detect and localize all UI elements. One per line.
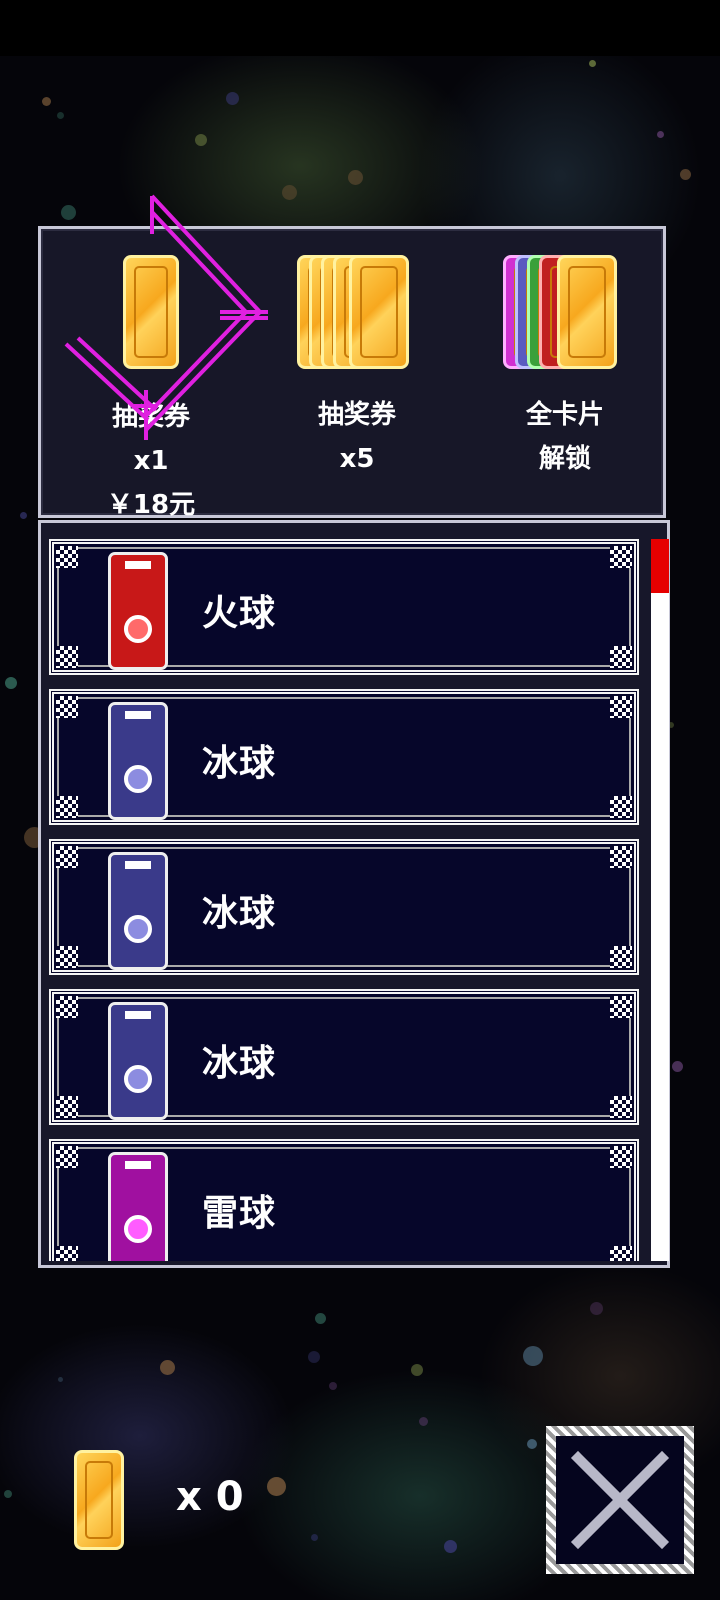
card-row[interactable]: 火球	[49, 539, 639, 675]
star-particle	[680, 169, 691, 180]
spell-card-icon	[108, 552, 168, 670]
card-orb-icon	[124, 915, 152, 943]
status-bar	[0, 0, 720, 56]
star-particle	[590, 1302, 603, 1315]
star-particle	[672, 1061, 683, 1072]
star-particle	[523, 1346, 543, 1366]
star-particle	[411, 1364, 423, 1376]
frame-corner	[610, 1246, 632, 1261]
frame-corner	[56, 796, 78, 818]
frame-corner	[56, 1246, 78, 1261]
frame-corner	[56, 1146, 78, 1168]
star-particle	[195, 134, 207, 146]
card-list[interactable]: 火球 冰球 冰球 冰球 雷球	[49, 539, 639, 1261]
card-row[interactable]: 冰球	[49, 689, 639, 825]
card-name: 雷球	[202, 1193, 277, 1234]
card-top-emblem	[125, 1161, 151, 1169]
star-particle	[61, 205, 76, 220]
spell-card-icon	[108, 702, 168, 820]
ticket-icon	[74, 1450, 124, 1550]
scrollbar-thumb[interactable]	[651, 539, 669, 593]
card-top-emblem	[125, 861, 151, 869]
package-all-label-2: 解锁	[538, 444, 591, 474]
star-particle	[311, 1534, 318, 1541]
package-five-tickets[interactable]: 抽奖券 x5	[287, 249, 427, 489]
close-button[interactable]	[546, 1426, 694, 1574]
frame-corner	[56, 546, 78, 568]
frame-corner	[56, 646, 78, 668]
frame-corner	[56, 696, 78, 718]
star-particle	[329, 1382, 337, 1390]
frame-corner	[610, 846, 632, 868]
card-top-emblem	[125, 711, 151, 719]
card-name: 冰球	[202, 743, 277, 784]
star-particle	[589, 60, 596, 67]
close-icon	[570, 1450, 670, 1550]
ticket-count: x 0	[176, 1474, 244, 1520]
package-unlock-all[interactable]: 全卡片 解锁	[495, 249, 635, 489]
frame-corner	[610, 796, 632, 818]
card-orb-icon	[124, 615, 152, 643]
card-name: 冰球	[202, 893, 277, 934]
frame-corner	[610, 1146, 632, 1168]
frame-corner	[56, 846, 78, 868]
star-particle	[57, 112, 64, 119]
card-top-emblem	[125, 561, 151, 569]
star-particle	[527, 1439, 537, 1449]
card-row[interactable]: 冰球	[49, 989, 639, 1125]
card-orb-icon	[124, 1065, 152, 1093]
card-name: 火球	[202, 593, 277, 634]
package-five-label: 抽奖券	[317, 400, 396, 430]
frame-corner	[56, 1096, 78, 1118]
frame-corner	[610, 646, 632, 668]
star-particle	[657, 131, 664, 138]
spell-card-icon	[108, 1152, 168, 1261]
star-particle	[42, 97, 51, 106]
star-particle	[282, 185, 297, 200]
frame-corner	[610, 996, 632, 1018]
frame-corner	[610, 696, 632, 718]
card-top-emblem	[125, 1011, 151, 1019]
card-orb-icon	[124, 1215, 152, 1243]
ticket-icon	[349, 255, 409, 369]
shop-panel: 抽奖券 x1 ￥18元 抽奖券 x5 全卡片 解锁	[38, 226, 666, 520]
star-particle	[20, 512, 27, 519]
card-row[interactable]: 雷球	[49, 1139, 639, 1261]
star-particle	[4, 1490, 12, 1498]
star-particle	[160, 1360, 175, 1375]
star-particle	[348, 170, 363, 185]
spell-card-icon	[108, 1002, 168, 1120]
ticket-icon	[557, 255, 617, 369]
star-particle	[444, 1540, 457, 1553]
star-particle	[226, 92, 239, 105]
card-orb-icon	[124, 765, 152, 793]
star-particle	[5, 677, 17, 689]
star-particle	[315, 1313, 326, 1324]
package-single-qty: x1	[133, 446, 169, 476]
package-single-ticket[interactable]: 抽奖券 x1 ￥18元	[81, 249, 221, 520]
frame-corner	[56, 946, 78, 968]
spell-card-icon	[108, 852, 168, 970]
package-all-label-1: 全卡片	[525, 400, 604, 430]
star-particle	[267, 1477, 286, 1496]
frame-corner	[610, 946, 632, 968]
card-name: 冰球	[202, 1043, 277, 1084]
star-particle	[58, 1377, 63, 1382]
ticket-icon	[123, 255, 179, 369]
star-particle	[308, 1351, 320, 1363]
scrollbar[interactable]	[651, 539, 669, 1261]
package-single-label: 抽奖券	[111, 402, 190, 432]
card-list-panel: 火球 冰球 冰球 冰球 雷球	[38, 520, 670, 1268]
card-row[interactable]: 冰球	[49, 839, 639, 975]
frame-corner	[56, 996, 78, 1018]
star-particle	[419, 1417, 428, 1426]
package-five-qty: x5	[339, 444, 375, 474]
frame-corner	[610, 1096, 632, 1118]
frame-corner	[610, 546, 632, 568]
